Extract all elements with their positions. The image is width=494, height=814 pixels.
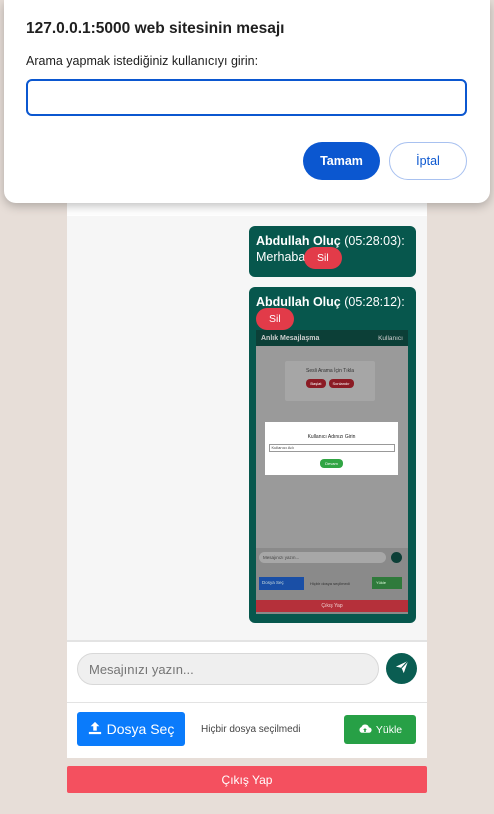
thumb-upload-button: Yükle [372, 577, 402, 589]
no-file-selected-text: Hiçbir dosya seçilmedi [201, 724, 301, 735]
thumb-header-title: Anlık Mesajlaşma [261, 334, 320, 342]
cloud-upload-icon [358, 723, 372, 737]
message-time: (05:28:12): [344, 295, 405, 309]
upload-label: Yükle [375, 723, 403, 736]
ok-button[interactable]: Tamam [303, 142, 380, 180]
send-button[interactable] [386, 653, 417, 684]
cancel-button[interactable]: İptal [389, 142, 467, 180]
thumb-no-file-text: Hiçbir dosya seçilmedi [310, 581, 350, 586]
delete-message-button[interactable]: Sil [256, 308, 294, 330]
thumb-header-user: Kullanıcı [378, 334, 403, 342]
message-time: (05:28:03): [344, 234, 405, 248]
thumb-start-button: Başlat [306, 379, 326, 388]
thumb-footer: Mesajınızı yazın... Dosya Seç Hiçbir dos… [256, 548, 408, 614]
dialog-input[interactable] [26, 79, 467, 116]
compose-bar [67, 640, 427, 702]
thumb-modal-button: Devam [320, 459, 343, 468]
message-sender: Abdullah Oluç [256, 234, 341, 248]
message-bubble: Abdullah Oluç (05:28:12): Sil Anlık Mesa… [249, 287, 416, 623]
message-text: Merhaba [256, 250, 306, 264]
delete-message-button[interactable]: Sil [304, 247, 342, 269]
choose-file-button[interactable]: Dosya Seç [77, 712, 185, 746]
thumb-username-modal: Kullanıcı Adınızı Girin Kullanıcı Adı De… [265, 422, 398, 475]
message-bubble: Abdullah Oluç (05:28:03): Merhaba Sil [249, 226, 416, 277]
thumb-end-button: Sonlandır [328, 379, 354, 388]
thumb-exit-button: Çıkış Yap [256, 600, 408, 612]
upload-button[interactable]: Yükle [344, 715, 416, 744]
thumb-modal-input: Kullanıcı Adı [268, 444, 395, 452]
message-sender: Abdullah Oluç [256, 295, 341, 309]
thumb-file-button: Dosya Seç [259, 577, 304, 590]
thumb-message-input: Mesajınızı yazın... [259, 552, 386, 563]
message-input[interactable] [77, 653, 379, 685]
message-header: Abdullah Oluç (05:28:12): [249, 287, 416, 310]
paper-plane-icon [395, 660, 409, 677]
logout-button[interactable]: Çıkış Yap [67, 766, 427, 793]
thumb-call-card: Sesli Arama İçin Tıkla Başlat Sonlandır [285, 361, 375, 401]
prompt-dialog: 127.0.0.1:5000 web sitesinin mesajı Aram… [4, 0, 490, 203]
thumb-send-icon [391, 552, 402, 563]
thumb-call-title: Sesli Arama İçin Tıkla [306, 368, 354, 374]
thumb-modal-title: Kullanıcı Adınızı Girin [307, 434, 356, 440]
thumb-header: Anlık Mesajlaşma Kullanıcı [256, 330, 408, 346]
dialog-title: 127.0.0.1:5000 web sitesinin mesajı [26, 20, 285, 37]
upload-icon [88, 721, 102, 738]
dialog-message: Arama yapmak istediğiniz kullanıcıyı gir… [26, 54, 259, 68]
file-upload-bar: Dosya Seç Hiçbir dosya seçilmedi Yükle [67, 702, 427, 758]
choose-file-label: Dosya Seç [106, 721, 175, 737]
message-image-attachment[interactable]: Anlık Mesajlaşma Kullanıcı Sesli Arama İ… [256, 330, 408, 614]
